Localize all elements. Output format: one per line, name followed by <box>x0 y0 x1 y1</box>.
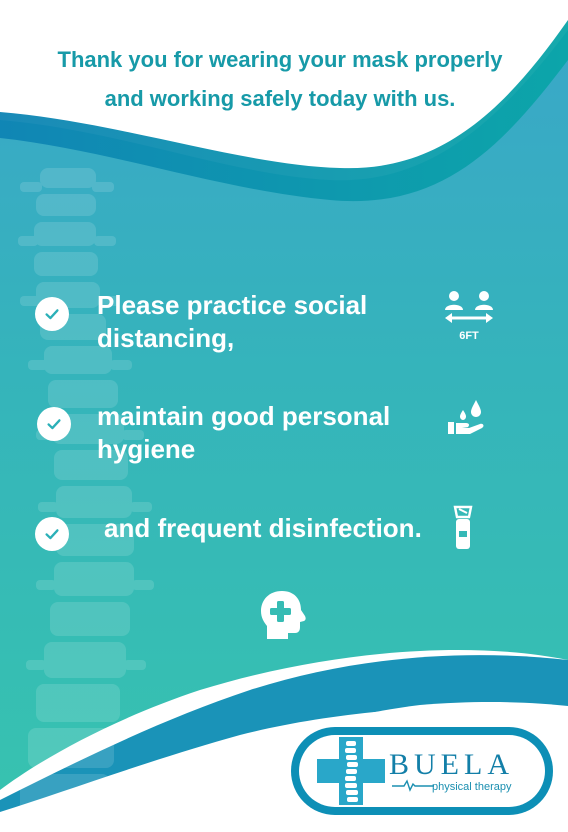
item-text-disinfection: and frequent disinfection. <box>104 513 422 543</box>
item-text-hygiene-line-1: maintain good personal <box>97 401 391 431</box>
handwashing-icon <box>448 400 484 434</box>
poster: Thank you for wearing your mask properly… <box>0 0 568 832</box>
distance-label: 6FT <box>459 330 479 342</box>
headline-line-2: and working safely today with us. <box>104 86 456 111</box>
heartbeat-line-icon <box>392 779 434 792</box>
checkmark-icon <box>35 297 69 331</box>
checkmark-icon <box>37 407 71 441</box>
logo-name: BUELA <box>389 748 514 781</box>
logo-cross-spine-icon <box>317 737 385 805</box>
item-text-social-distancing-line-1: Please practice social <box>97 290 368 320</box>
headline-line-1: Thank you for wearing your mask properly <box>57 47 503 72</box>
head-health-cross-icon <box>261 591 306 639</box>
item-text-social-distancing-line-2: distancing, <box>97 323 235 353</box>
item-text-hygiene-line-2: hygiene <box>97 434 196 464</box>
social-distancing-6ft-icon: 6FT <box>445 291 493 342</box>
logo-subtitle: physical therapy <box>432 781 512 793</box>
checkmark-icon <box>35 517 69 551</box>
disinfectant-bottle-icon <box>453 505 473 549</box>
